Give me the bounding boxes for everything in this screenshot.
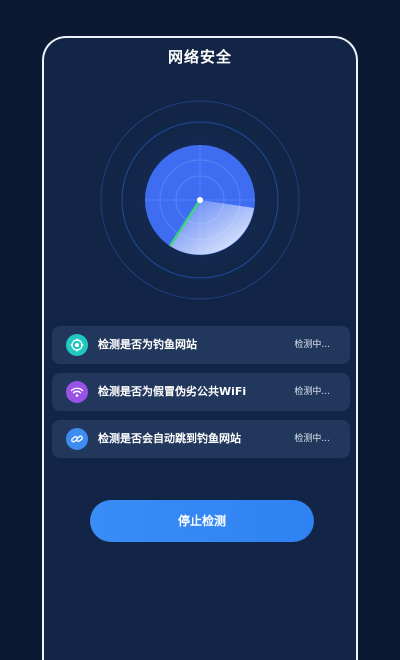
radar-graphic	[100, 100, 300, 300]
radar-scanner	[100, 100, 300, 300]
page-title: 网络安全	[167, 48, 232, 66]
radar-center-dot	[197, 197, 203, 203]
check-label: 检测是否为钓鱼网站	[98, 338, 197, 351]
check-status: 检测中...	[294, 340, 330, 350]
check-item-phishing: 检测是否为钓鱼网站 检测中...	[52, 326, 350, 364]
check-item-redirect: 检测是否会自动跳到钓鱼网站 检测中...	[52, 420, 350, 458]
check-status: 检测中...	[294, 387, 330, 397]
phone-frame: 网络安全 检测是否为钓鱼网站 检测中... 检测是否为假冒伪劣公共WiFi 检测…	[42, 36, 358, 660]
target-icon	[66, 334, 88, 356]
check-label: 检测是否为假冒伪劣公共WiFi	[98, 385, 247, 398]
screen: 网络安全 检测是否为钓鱼网站 检测中... 检测是否为假冒伪劣公共WiFi 检测…	[0, 0, 400, 660]
check-label: 检测是否会自动跳到钓鱼网站	[98, 432, 241, 445]
wifi-icon	[66, 381, 88, 403]
stop-scan-button[interactable]: 停止检测	[90, 500, 314, 542]
check-status: 检测中...	[294, 434, 330, 444]
link-icon	[66, 428, 88, 450]
check-item-wifi: 检测是否为假冒伪劣公共WiFi 检测中...	[52, 373, 350, 411]
